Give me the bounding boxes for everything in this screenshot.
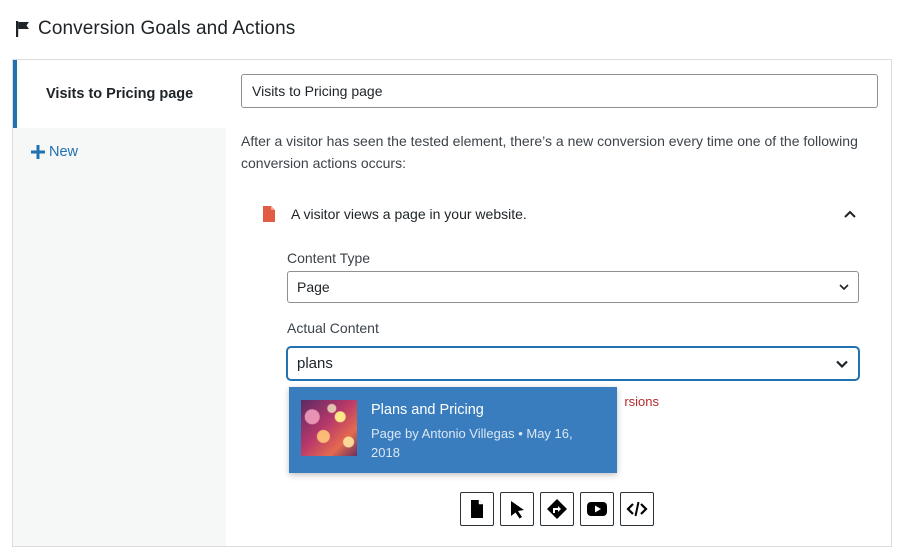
content-type-value: Page	[297, 279, 330, 295]
content-type-select[interactable]: Page	[287, 271, 859, 303]
sidebar-goal-visits-to-pricing[interactable]: Visits to Pricing page	[13, 60, 226, 128]
page-title: Conversion Goals and Actions	[38, 18, 296, 39]
code-icon	[626, 501, 648, 517]
new-goal-button[interactable]: New	[31, 144, 78, 160]
plus-icon	[31, 145, 45, 159]
chevron-down-icon[interactable]	[835, 357, 849, 371]
add-click-action-button[interactable]	[500, 492, 534, 526]
route-sign-icon	[547, 499, 567, 519]
cursor-click-icon	[511, 501, 524, 519]
actual-content-combobox[interactable]	[287, 347, 859, 380]
goals-sidebar: Visits to Pricing page New	[13, 60, 226, 546]
action-type-toolbar	[460, 492, 654, 526]
add-custom-event-action-button[interactable]	[620, 492, 654, 526]
goals-panel: Visits to Pricing page New After a visit…	[12, 59, 892, 547]
content-type-label: Content Type	[287, 250, 371, 266]
chevron-up-icon[interactable]	[843, 207, 857, 221]
goal-editor: After a visitor has seen the tested elem…	[241, 60, 891, 546]
page-header: Conversion Goals and Actions	[14, 16, 295, 42]
suggestion-title: Plans and Pricing	[371, 402, 484, 418]
conversion-action-label: A visitor views a page in your website.	[291, 206, 527, 222]
add-youtube-action-button[interactable]	[580, 492, 614, 526]
suggestion-meta: Page by Antonio Villegas • May 16, 2018	[371, 426, 573, 460]
suggestion-plans-and-pricing[interactable]: Plans and Pricing Page by Antonio Villeg…	[289, 387, 617, 473]
add-page-view-action-button[interactable]	[460, 492, 494, 526]
featured-image-thumbnail	[301, 400, 357, 456]
goal-description: After a visitor has seen the tested elem…	[241, 133, 858, 171]
youtube-icon	[587, 502, 607, 516]
conversion-action-header[interactable]: A visitor views a page in your website.	[263, 203, 863, 225]
suggestion-text: Plans and Pricing Page by Antonio Villeg…	[371, 400, 591, 462]
actual-content-label: Actual Content	[287, 320, 379, 336]
goal-item-label: Visits to Pricing page	[46, 86, 194, 102]
actual-content-search-input[interactable]	[297, 355, 835, 372]
page-icon	[471, 500, 483, 518]
flag-icon	[16, 21, 29, 37]
add-form-submit-action-button[interactable]	[540, 492, 574, 526]
new-goal-label: New	[49, 144, 79, 160]
goal-name-input[interactable]	[241, 74, 878, 108]
page-icon	[263, 206, 275, 222]
chevron-down-icon	[839, 284, 849, 291]
